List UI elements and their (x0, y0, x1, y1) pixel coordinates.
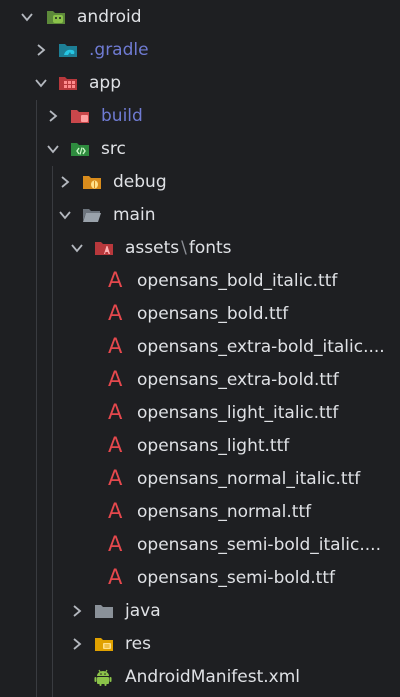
debug-folder-icon (83, 176, 101, 189)
tree-node-android[interactable]: android (0, 1, 400, 34)
tree-file-font[interactable]: A opensans_extra-bold.ttf (0, 364, 400, 397)
tree-node-label: app (89, 73, 121, 93)
tree-file-label: opensans_extra-bold.ttf (137, 370, 339, 390)
tree-file-font[interactable]: A opensans_normal.ttf (0, 496, 400, 529)
android-folder-icon (47, 11, 65, 24)
chevron-right-icon[interactable] (69, 603, 85, 619)
tree-node-java[interactable]: java (0, 595, 400, 628)
tree-file-label: opensans_normal_italic.ttf (137, 469, 361, 489)
tree-node-res[interactable]: res (0, 628, 400, 661)
tree-node-label: src (101, 139, 126, 159)
tree-node-app[interactable]: app (0, 67, 400, 100)
chevron-right-icon[interactable] (33, 42, 49, 58)
chevron-right-icon[interactable] (57, 174, 73, 190)
tree-node-label: .gradle (89, 40, 149, 60)
tree-node-src[interactable]: src (0, 133, 400, 166)
path-separator: \ (181, 238, 187, 258)
gradle-folder-icon (59, 44, 77, 57)
folder-icon (95, 605, 113, 618)
chevron-down-icon[interactable] (57, 207, 73, 223)
assets-folder-icon (95, 242, 113, 255)
tree-file-font[interactable]: A opensans_light_italic.ttf (0, 397, 400, 430)
app-folder-icon (59, 77, 77, 90)
chevron-right-icon[interactable] (45, 108, 61, 124)
tree-file-font[interactable]: A opensans_bold_italic.ttf (0, 265, 400, 298)
font-file-icon: A (108, 334, 123, 358)
font-file-icon: A (108, 532, 123, 556)
project-file-tree: android .gradle app build src debug main… (0, 0, 400, 697)
font-file-icon: A (108, 565, 123, 589)
tree-node-assets-fonts[interactable]: assets \ fonts (0, 232, 400, 265)
android-icon (94, 669, 112, 686)
font-file-icon: A (108, 301, 123, 325)
res-folder-icon (95, 638, 113, 651)
tree-file-label: opensans_semi-bold.ttf (137, 568, 335, 588)
tree-file-label: opensans_light.ttf (137, 436, 290, 456)
tree-node-label: main (113, 205, 156, 225)
tree-file-font[interactable]: A opensans_normal_italic.ttf (0, 463, 400, 496)
chevron-down-icon[interactable] (19, 9, 35, 25)
tree-file-label: opensans_light_italic.ttf (137, 403, 339, 423)
tree-node-label: assets \ fonts (125, 237, 232, 259)
font-file-icon: A (108, 499, 123, 523)
tree-node-main[interactable]: main (0, 199, 400, 232)
font-file-icon: A (108, 268, 123, 292)
build-folder-icon (71, 110, 89, 123)
tree-file-manifest[interactable]: AndroidManifest.xml (0, 661, 400, 694)
chevron-right-icon[interactable] (69, 636, 85, 652)
fonts-folder-label: fonts (188, 238, 232, 258)
tree-file-font[interactable]: A opensans_semi-bold.ttf (0, 562, 400, 595)
tree-file-font[interactable]: A opensans_light.ttf (0, 430, 400, 463)
open-folder-icon (83, 209, 101, 222)
tree-file-label: opensans_semi-bold_italic.... (137, 535, 381, 555)
font-file-icon: A (108, 400, 123, 424)
font-file-icon: A (108, 367, 123, 391)
tree-file-label: AndroidManifest.xml (125, 667, 301, 687)
tree-node-gradle[interactable]: .gradle (0, 34, 400, 67)
tree-node-label: debug (113, 172, 167, 192)
chevron-down-icon[interactable] (45, 141, 61, 157)
tree-node-label: java (125, 601, 161, 621)
tree-node-label: android (77, 7, 142, 27)
chevron-down-icon[interactable] (69, 240, 85, 256)
tree-node-build[interactable]: build (0, 100, 400, 133)
tree-file-label: opensans_bold_italic.ttf (137, 271, 338, 291)
tree-node-label: build (101, 106, 143, 126)
font-file-icon: A (108, 433, 123, 457)
font-file-icon: A (108, 466, 123, 490)
tree-file-label: opensans_normal.ttf (137, 502, 312, 522)
tree-node-label: res (125, 634, 151, 654)
assets-folder-label: assets (125, 238, 180, 258)
tree-file-label: opensans_bold.ttf (137, 304, 289, 324)
tree-file-font[interactable]: A opensans_bold.ttf (0, 298, 400, 331)
tree-file-label: opensans_extra-bold_italic.... (137, 337, 385, 357)
chevron-down-icon[interactable] (33, 75, 49, 91)
tree-file-font[interactable]: A opensans_extra-bold_italic.... (0, 331, 400, 364)
src-folder-icon (71, 143, 89, 156)
tree-node-debug[interactable]: debug (0, 166, 400, 199)
tree-file-font[interactable]: A opensans_semi-bold_italic.... (0, 529, 400, 562)
